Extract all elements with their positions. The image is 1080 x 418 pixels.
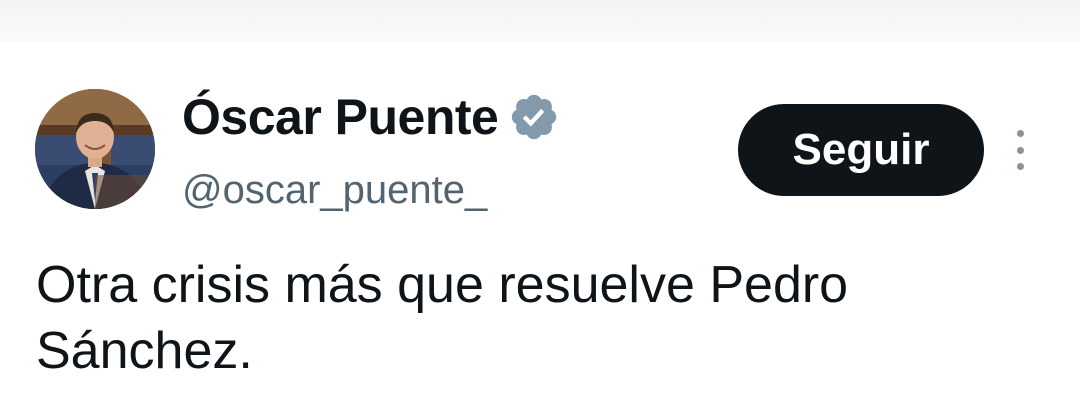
more-dot (1016, 146, 1024, 154)
tweet-text: Otra crisis más que resuelve Pedro Sánch… (36, 256, 849, 380)
follow-button[interactable]: Seguir (738, 104, 984, 196)
author-handle[interactable]: @oscar_puente_ (182, 168, 487, 213)
more-vertical-icon[interactable] (1008, 130, 1032, 170)
verified-badge-icon[interactable] (508, 91, 560, 143)
avatar[interactable] (35, 89, 155, 209)
author-name-row: Óscar Puente (182, 84, 560, 150)
profile-photo (35, 89, 155, 209)
more-dot (1016, 130, 1024, 137)
display-name[interactable]: Óscar Puente (182, 88, 499, 146)
top-bar (0, 0, 1080, 42)
more-dot (1016, 163, 1024, 170)
